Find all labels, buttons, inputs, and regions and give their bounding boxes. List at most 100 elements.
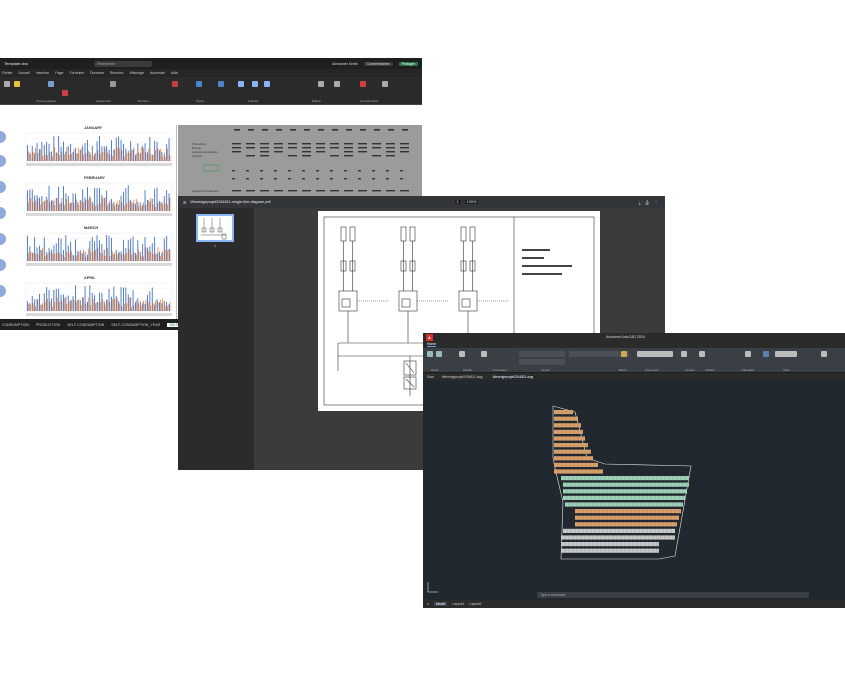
- cell-value: [260, 190, 269, 192]
- delete-cells-icon[interactable]: [252, 81, 258, 87]
- cad-status-layout1[interactable]: Layout1: [452, 602, 464, 606]
- panel-row: [554, 443, 588, 448]
- excel-menu-review[interactable]: Révision: [110, 71, 123, 75]
- bar-blue: [87, 139, 88, 161]
- bar-blue: [99, 240, 100, 261]
- properties-panel[interactable]: [637, 351, 673, 357]
- cad-document-tabs: Start Wenedgeprojet2034821.dwg Wenedgepr…: [423, 373, 845, 380]
- group-icon[interactable]: [681, 351, 687, 357]
- bar-blue: [91, 292, 93, 311]
- pdf-zoom-input[interactable]: 100%: [464, 200, 479, 204]
- bar-orange: [157, 202, 159, 211]
- excel-user-name[interactable]: Alexander Smith: [332, 62, 358, 66]
- sheet-tab-self-consumption[interactable]: SELF-CONSUMPTION: [67, 323, 104, 327]
- bar-orange: [63, 298, 65, 311]
- bar-orange: [107, 152, 108, 161]
- bar-blue: [130, 199, 132, 211]
- layer-dropdown[interactable]: [519, 351, 565, 357]
- ribbon-group-cells: Cellules: [248, 99, 259, 103]
- bar-blue: [87, 254, 88, 261]
- bar-orange: [61, 197, 63, 211]
- font-color-icon[interactable]: [62, 90, 68, 96]
- cad-command-line[interactable]: Type a command: [537, 592, 809, 598]
- addins-icon[interactable]: [360, 81, 366, 87]
- download-print-more-icons[interactable]: ⤓ ⎙ ⋮: [639, 200, 660, 205]
- excel-menu-page[interactable]: Page: [55, 71, 63, 75]
- bar-blue: [159, 150, 160, 161]
- excel-ribbon: Presse-papiers Alignement Nombre Styles …: [0, 77, 422, 105]
- format-cells-icon[interactable]: [264, 81, 270, 87]
- cad-doc-tab-start[interactable]: Start: [427, 375, 434, 379]
- rotate-icon[interactable]: [481, 351, 487, 357]
- sheet-tab-production[interactable]: PRODUCTION: [36, 323, 60, 327]
- cell-style-icon[interactable]: [218, 81, 224, 87]
- excel-comments-button[interactable]: Commentaires: [363, 61, 393, 66]
- bar-orange: [85, 303, 87, 311]
- layer-match-dropdown[interactable]: [519, 359, 565, 365]
- excel-menu-help[interactable]: Aide: [171, 71, 178, 75]
- pdf-thumbnail-page-1[interactable]: [196, 214, 234, 242]
- insert-cells-icon[interactable]: [238, 81, 244, 87]
- move-icon[interactable]: [459, 351, 465, 357]
- find-select-icon[interactable]: [334, 81, 340, 87]
- excel-menu-file[interactable]: Fichier: [2, 71, 13, 75]
- sheet-tab-self-consumption-year[interactable]: SELF-CONSUMPTION_YEAR: [111, 323, 160, 327]
- bar-blue: [127, 294, 129, 311]
- cad-doc-tab-2[interactable]: Wenedgeprojet2034821.dwg: [490, 374, 536, 379]
- viewport-icon[interactable]: [763, 351, 769, 357]
- cad-drawing-area[interactable]: [423, 388, 845, 598]
- sort-filter-icon[interactable]: [318, 81, 324, 87]
- excel-menu-automate[interactable]: Automate: [150, 71, 165, 75]
- cell-value: [358, 170, 361, 172]
- bar-blue: [77, 299, 79, 311]
- excel-menu-home[interactable]: Accueil: [19, 71, 30, 75]
- bar-blue: [65, 151, 67, 161]
- excel-share-button[interactable]: Partager: [398, 61, 418, 66]
- autocad-logo-icon[interactable]: A: [426, 333, 433, 341]
- line-icon[interactable]: [427, 351, 433, 357]
- conditional-format-icon[interactable]: [172, 81, 178, 87]
- cad-tab-home[interactable]: Home: [427, 342, 437, 347]
- sheet-tab-consumption[interactable]: CONSUMPTION: [2, 323, 29, 327]
- cell-value: [400, 190, 409, 192]
- paste-cad-icon[interactable]: [745, 351, 751, 357]
- cad-doc-tab-1[interactable]: Wenedgeprojet2034821.dwg: [442, 375, 483, 379]
- format-painter-icon[interactable]: [14, 81, 20, 87]
- cad-status-model[interactable]: Model: [433, 602, 448, 606]
- bar-orange: [85, 152, 87, 161]
- align-icon[interactable]: [110, 81, 116, 87]
- paste-icon[interactable]: [4, 81, 10, 87]
- bar-orange: [92, 203, 94, 211]
- bar-orange: [80, 252, 82, 261]
- excel-search-input[interactable]: Rechercher: [94, 60, 153, 67]
- bar-orange: [157, 301, 159, 311]
- excel-menu-formulas[interactable]: Formules: [69, 71, 84, 75]
- bar-blue: [166, 236, 168, 261]
- bar-blue: [51, 151, 52, 161]
- table-format-icon[interactable]: [196, 81, 202, 87]
- analyze-data-icon[interactable]: [382, 81, 388, 87]
- measure-icon[interactable]: [699, 351, 705, 357]
- panel-row: [565, 502, 683, 507]
- excel-menu-insert[interactable]: Insertion: [36, 71, 49, 75]
- pdf-page-input[interactable]: 1: [454, 200, 461, 204]
- help-icon[interactable]: [821, 351, 827, 357]
- menu-icon[interactable]: ☰: [183, 200, 186, 205]
- bar-blue: [115, 249, 117, 261]
- excel-menu-view[interactable]: Affichage: [129, 71, 144, 75]
- cad-menu-icon[interactable]: ≡: [427, 602, 429, 606]
- cad-status-layout2[interactable]: Layout2: [469, 602, 481, 606]
- text-style-dropdown[interactable]: [569, 351, 629, 357]
- excel-menu-data[interactable]: Données: [90, 71, 104, 75]
- cad-title-bar: A Autodesk AutoCAD 2024: [423, 333, 845, 341]
- insert-block-icon[interactable]: [621, 351, 627, 357]
- bar-blue: [27, 145, 28, 161]
- view-panel[interactable]: [775, 351, 797, 357]
- cell-value: [302, 155, 311, 157]
- cell-value: [344, 143, 353, 145]
- bar-orange: [71, 202, 72, 211]
- bar-blue: [53, 200, 55, 211]
- polyline-icon[interactable]: [436, 351, 442, 357]
- ribbon-group-clipboard: Presse-papiers: [36, 99, 57, 103]
- font-icon[interactable]: [48, 81, 54, 87]
